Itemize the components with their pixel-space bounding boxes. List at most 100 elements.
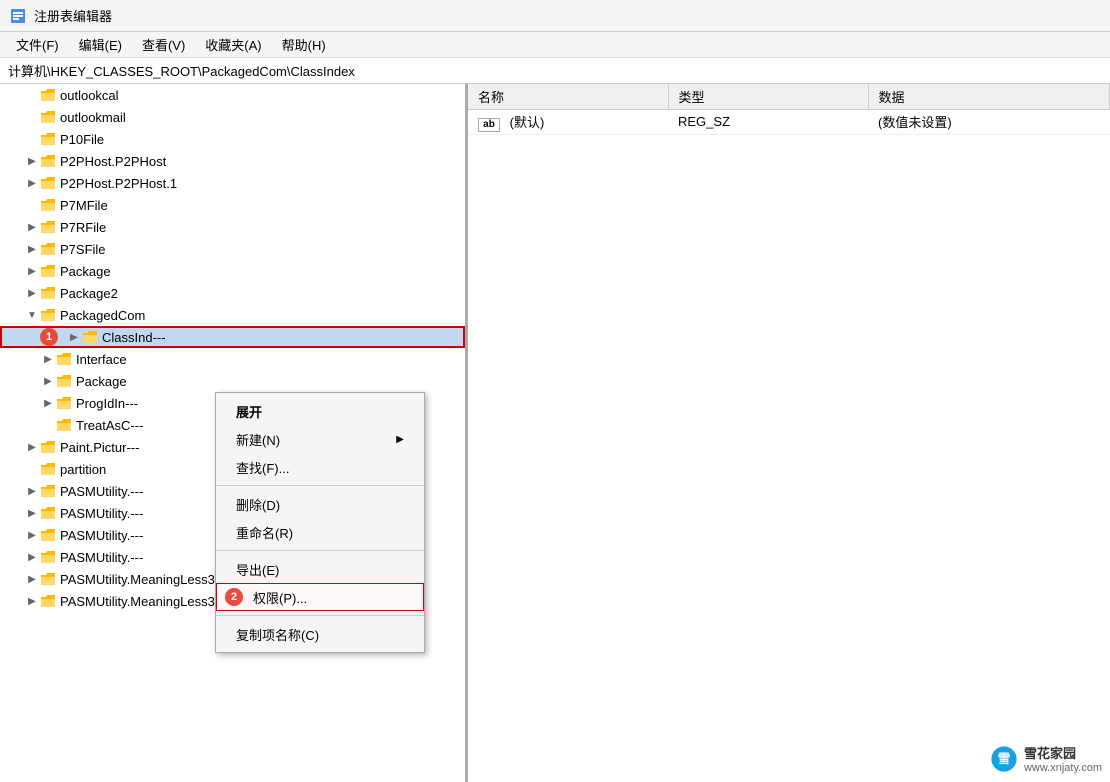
folder-icon	[40, 549, 56, 565]
submenu-arrow: ▶	[396, 434, 404, 445]
table-row[interactable]: ab (默认) REG_SZ (数值未设置)	[468, 110, 1110, 135]
watermark-logo-icon: 雪	[990, 745, 1018, 773]
context-menu-rename[interactable]: 重命名(R)	[216, 518, 424, 546]
folder-icon	[82, 329, 98, 345]
tree-label: Package	[76, 374, 127, 389]
expand-arrow	[24, 307, 40, 323]
expand-arrow	[24, 241, 40, 257]
tree-label: ClassInd---	[102, 330, 166, 345]
context-menu: 展开 新建(N) ▶ 查找(F)... 删除(D) 重命名(R) 导出(E) 2…	[215, 392, 425, 653]
context-menu-find[interactable]: 查找(F)...	[216, 453, 424, 481]
context-menu-permissions[interactable]: 2 权限(P)...	[216, 583, 424, 611]
expand-arrow	[24, 483, 40, 499]
folder-icon	[40, 175, 56, 191]
expand-arrow	[40, 373, 56, 389]
tree-label: P10File	[60, 132, 104, 147]
watermark-url: www.xnjaty.com	[1024, 762, 1102, 774]
expand-arrow	[24, 505, 40, 521]
menu-help[interactable]: 帮助(H)	[274, 33, 334, 56]
folder-icon	[56, 395, 72, 411]
tree-label: PackagedCom	[60, 308, 145, 323]
folder-icon	[40, 131, 56, 147]
col-header-type[interactable]: 类型	[668, 84, 868, 110]
expand-arrow	[24, 549, 40, 565]
expand-arrow	[24, 175, 40, 191]
svg-text:雪: 雪	[998, 751, 1011, 766]
expand-arrow	[24, 593, 40, 609]
context-menu-expand[interactable]: 展开	[216, 397, 424, 425]
folder-icon	[40, 505, 56, 521]
address-path: 计算机\HKEY_CLASSES_ROOT\PackagedCom\ClassI…	[8, 61, 355, 80]
folder-icon	[40, 483, 56, 499]
tree-label: outlookcal	[60, 88, 119, 103]
tree-item-classindex[interactable]: 1 ClassInd---	[0, 326, 465, 348]
tree-item-p7rfile[interactable]: P7RFile	[0, 216, 465, 238]
context-menu-sep1	[216, 485, 424, 486]
tree-label: ProgIdIn---	[76, 396, 138, 411]
folder-icon	[40, 461, 56, 477]
title-bar-text: 注册表编辑器	[34, 6, 112, 25]
menu-favorites[interactable]: 收藏夹(A)	[197, 33, 269, 56]
tree-item-p7mfile[interactable]: P7MFile	[0, 194, 465, 216]
badge-2: 2	[225, 588, 243, 606]
title-bar: 注册表编辑器	[0, 0, 1110, 32]
tree-label: partition	[60, 462, 106, 477]
folder-icon	[40, 307, 56, 323]
context-menu-export[interactable]: 导出(E)	[216, 555, 424, 583]
expand-arrow	[24, 153, 40, 169]
ab-icon: ab	[478, 118, 500, 132]
tree-label: Interface	[76, 352, 127, 367]
tree-label: Paint.Pictur---	[60, 440, 139, 455]
tree-item-package2[interactable]: Package2	[0, 282, 465, 304]
context-menu-new[interactable]: 新建(N) ▶	[216, 425, 424, 453]
tree-item-outlookmail[interactable]: outlookmail	[0, 106, 465, 128]
expand-arrow	[24, 285, 40, 301]
menu-view[interactable]: 查看(V)	[134, 33, 193, 56]
tree-label: PASMUtility.---	[60, 506, 143, 521]
context-menu-copy[interactable]: 复制项名称(C)	[216, 620, 424, 648]
tree-item-p10file[interactable]: P10File	[0, 128, 465, 150]
tree-label: P2PHost.P2PHost	[60, 154, 166, 169]
tree-item-packagedcom[interactable]: PackagedCom	[0, 304, 465, 326]
context-menu-delete[interactable]: 删除(D)	[216, 490, 424, 518]
tree-item-package-child[interactable]: Package	[0, 370, 465, 392]
folder-icon	[40, 109, 56, 125]
expand-arrow	[24, 263, 40, 279]
address-bar: 计算机\HKEY_CLASSES_ROOT\PackagedCom\ClassI…	[0, 58, 1110, 84]
tree-item-p2phost1[interactable]: P2PHost.P2PHost.1	[0, 172, 465, 194]
expand-arrow	[40, 395, 56, 411]
tree-label: PASMUtility.---	[60, 528, 143, 543]
folder-icon	[40, 241, 56, 257]
tree-label: PASMUtility.---	[60, 484, 143, 499]
folder-icon	[40, 219, 56, 235]
folder-icon	[40, 527, 56, 543]
regedit-icon	[10, 8, 26, 24]
tree-item-p7sfile[interactable]: P7SFile	[0, 238, 465, 260]
menu-file[interactable]: 文件(F)	[8, 33, 67, 56]
expand-arrow	[40, 351, 56, 367]
col-header-data[interactable]: 数据	[868, 84, 1110, 110]
folder-icon	[40, 439, 56, 455]
tree-item-interface[interactable]: Interface	[0, 348, 465, 370]
tree-label: P2PHost.P2PHost.1	[60, 176, 177, 191]
expand-arrow	[24, 219, 40, 235]
tree-label: TreatAsC---	[76, 418, 143, 433]
folder-icon	[56, 351, 72, 367]
tree-label: PASMUtility.MeaningLess3	[60, 572, 215, 587]
cell-name: ab (默认)	[468, 110, 668, 135]
cell-data: (数值未设置)	[868, 110, 1110, 135]
tree-label: P7RFile	[60, 220, 106, 235]
menu-edit[interactable]: 编辑(E)	[71, 33, 130, 56]
expand-arrow	[24, 527, 40, 543]
expand-arrow	[24, 571, 40, 587]
tree-item-p2phost[interactable]: P2PHost.P2PHost	[0, 150, 465, 172]
tree-item-package[interactable]: Package	[0, 260, 465, 282]
folder-icon	[40, 197, 56, 213]
watermark-text: 雪花家园	[1024, 743, 1102, 762]
tree-label: PASMUtility.MeaningLess3.2	[60, 594, 226, 609]
tree-label: Package2	[60, 286, 118, 301]
tree-label: P7SFile	[60, 242, 106, 257]
tree-item-outlookcal[interactable]: outlookcal	[0, 84, 465, 106]
col-header-name[interactable]: 名称	[468, 84, 668, 110]
folder-icon	[40, 263, 56, 279]
